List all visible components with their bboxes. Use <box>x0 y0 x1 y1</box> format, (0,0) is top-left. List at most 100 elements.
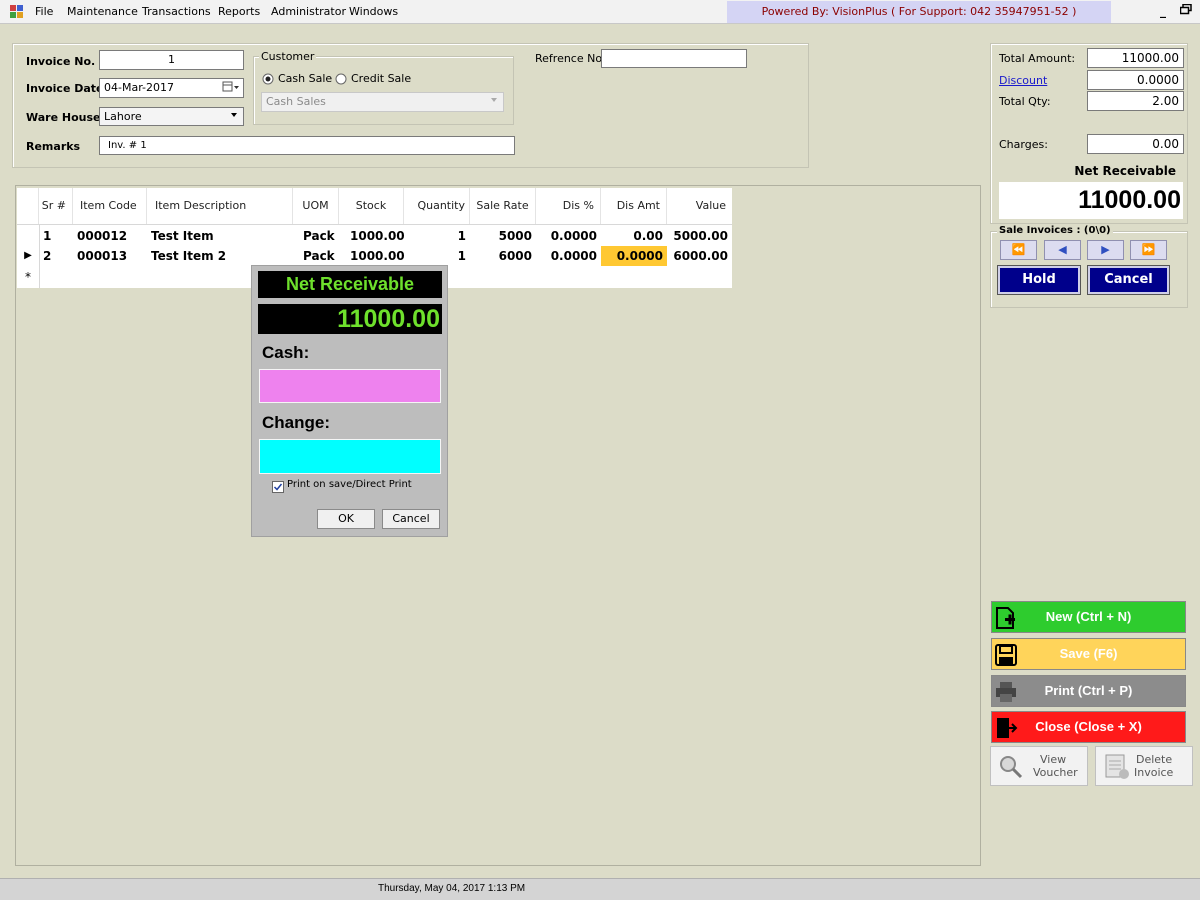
dialog-cancel-button[interactable]: Cancel <box>382 509 440 529</box>
status-bar: Thursday, May 04, 2017 1:13 PM <box>0 878 1200 900</box>
net-receivable-amount: 11000.00 <box>999 182 1183 219</box>
restore-button[interactable] <box>1179 3 1192 18</box>
invoice-date-value: 04-Mar-2017 <box>104 81 174 94</box>
reference-no-field[interactable] <box>601 49 747 68</box>
magnifier-icon <box>997 753 1023 782</box>
invoice-no-label: Invoice No. <box>26 55 96 68</box>
menu-file[interactable]: File <box>35 5 53 18</box>
cell-stock[interactable]: 1000.00 <box>350 246 405 266</box>
fast-forward-icon: ⏩ <box>1141 243 1156 256</box>
remarks-field[interactable]: Inv. # 1 <box>99 136 515 155</box>
menu-windows[interactable]: Windows <box>349 5 398 18</box>
discount-field[interactable]: 0.0000 <box>1087 70 1184 90</box>
net-receivable-label: Net Receivable <box>1074 164 1176 178</box>
table-row[interactable]: 1 000012 Test Item Pack 1000.00 1 5000 0… <box>17 226 732 246</box>
close-button[interactable]: Close (Close + X) <box>991 711 1186 743</box>
cell-quantity[interactable]: 1 <box>404 246 466 266</box>
discount-link[interactable]: Discount <box>999 74 1047 87</box>
menu-administrator[interactable]: Administrator <box>271 5 346 18</box>
menu-reports[interactable]: Reports <box>218 5 260 18</box>
column-header-sr[interactable]: Sr # <box>39 188 73 224</box>
ok-button[interactable]: OK <box>317 509 375 529</box>
total-amount-label: Total Amount: <box>999 52 1076 65</box>
invoice-date-picker[interactable]: 04-Mar-2017 <box>99 78 244 98</box>
column-header-dis-amt[interactable]: Dis Amt <box>601 188 667 224</box>
dialog-net-receivable-amount: 11000.00 <box>258 304 442 334</box>
close-button-label: Close (Close + X) <box>1035 719 1142 734</box>
exit-door-icon <box>994 716 1018 740</box>
cell-item-code[interactable]: 000012 <box>77 226 127 246</box>
new-button[interactable]: New (Ctrl + N) <box>991 601 1186 633</box>
column-header-sale-rate[interactable]: Sale Rate <box>470 188 536 224</box>
previous-icon: ◀ <box>1058 243 1067 256</box>
cash-label: Cash: <box>262 343 310 362</box>
cell-dis-amt-selected[interactable]: 0.0000 <box>601 246 667 266</box>
powered-by-banner: Powered By: VisionPlus ( For Support: 04… <box>727 1 1111 23</box>
customer-select[interactable]: Cash Sales <box>261 92 504 112</box>
cancel-invoice-button[interactable]: Cancel <box>1088 266 1169 294</box>
menu-transactions[interactable]: Transactions <box>142 5 211 18</box>
cell-dis-pct[interactable]: 0.0000 <box>536 226 597 246</box>
next-record-button[interactable]: ▶ <box>1087 240 1124 260</box>
cell-value[interactable]: 6000.00 <box>667 246 728 266</box>
menu-bar: File Maintenance Transactions Reports Ad… <box>0 0 1200 24</box>
reference-no-label: Refrence No <box>535 52 603 65</box>
status-datetime: Thursday, May 04, 2017 1:13 PM <box>378 883 526 894</box>
cell-sale-rate[interactable]: 5000 <box>470 226 532 246</box>
previous-record-button[interactable]: ◀ <box>1044 240 1081 260</box>
view-voucher-label-2: Voucher <box>1033 766 1078 779</box>
cell-quantity[interactable]: 1 <box>404 226 466 246</box>
column-header-value[interactable]: Value <box>667 188 732 224</box>
total-qty-field[interactable]: 2.00 <box>1087 91 1184 111</box>
cell-sr[interactable]: 1 <box>43 226 51 246</box>
cell-item-description[interactable]: Test Item <box>151 226 214 246</box>
delete-invoice-label-2: Invoice <box>1134 766 1174 779</box>
customer-group <box>253 56 514 125</box>
printer-icon <box>994 680 1018 704</box>
column-header-item-description[interactable]: Item Description <box>147 188 293 224</box>
cell-sr[interactable]: 2 <box>43 246 51 266</box>
cell-stock[interactable]: 1000.00 <box>350 226 405 246</box>
cash-input[interactable] <box>259 369 441 403</box>
sale-invoices-label: Sale Invoices : (0\0) <box>997 225 1113 236</box>
cell-uom[interactable]: Pack <box>303 226 335 246</box>
column-header-uom[interactable]: UOM <box>293 188 339 224</box>
credit-sale-radio[interactable] <box>335 73 347 88</box>
column-header-quantity[interactable]: Quantity <box>404 188 470 224</box>
column-header-dis-pct[interactable]: Dis % <box>536 188 601 224</box>
minimize-button[interactable]: _ <box>1160 4 1166 18</box>
charges-label: Charges: <box>999 138 1048 151</box>
calendar-icon[interactable] <box>221 81 241 95</box>
cell-sale-rate[interactable]: 6000 <box>470 246 532 266</box>
dialog-net-receivable-title: Net Receivable <box>258 271 442 298</box>
print-button[interactable]: Print (Ctrl + P) <box>991 675 1186 707</box>
app-icon[interactable] <box>10 5 24 19</box>
cell-value[interactable]: 5000.00 <box>667 226 728 246</box>
last-record-button[interactable]: ⏩ <box>1130 240 1167 260</box>
cash-sale-radio[interactable] <box>262 73 274 88</box>
delete-invoice-button[interactable]: Delete Invoice <box>1095 746 1193 786</box>
column-header-stock[interactable]: Stock <box>339 188 404 224</box>
save-button-label: Save (F6) <box>1059 646 1118 661</box>
cell-item-description[interactable]: Test Item 2 <box>151 246 226 266</box>
print-checkbox[interactable] <box>272 481 284 496</box>
cell-uom[interactable]: Pack <box>303 246 335 266</box>
new-document-icon <box>994 606 1018 630</box>
hold-button[interactable]: Hold <box>998 266 1080 294</box>
menu-maintenance[interactable]: Maintenance <box>67 5 138 18</box>
cell-item-code[interactable]: 000013 <box>77 246 127 266</box>
charges-field[interactable]: 0.00 <box>1087 134 1184 154</box>
view-voucher-button[interactable]: View Voucher <box>990 746 1088 786</box>
cell-dis-amt[interactable]: 0.00 <box>601 226 663 246</box>
first-record-button[interactable]: ⏪ <box>1000 240 1037 260</box>
invoice-no-field[interactable]: 1 <box>99 50 244 70</box>
save-button[interactable]: Save (F6) <box>991 638 1186 670</box>
new-row-icon[interactable]: * <box>17 270 39 284</box>
column-header-item-code[interactable]: Item Code <box>73 188 147 224</box>
total-amount-field[interactable]: 11000.00 <box>1087 48 1184 68</box>
restore-icon <box>1179 3 1192 15</box>
change-input[interactable] <box>259 439 441 474</box>
warehouse-select[interactable]: Lahore <box>99 107 244 126</box>
table-row[interactable]: ▶ 2 000013 Test Item 2 Pack 1000.00 1 60… <box>17 246 732 266</box>
cell-dis-pct[interactable]: 0.0000 <box>536 246 597 266</box>
